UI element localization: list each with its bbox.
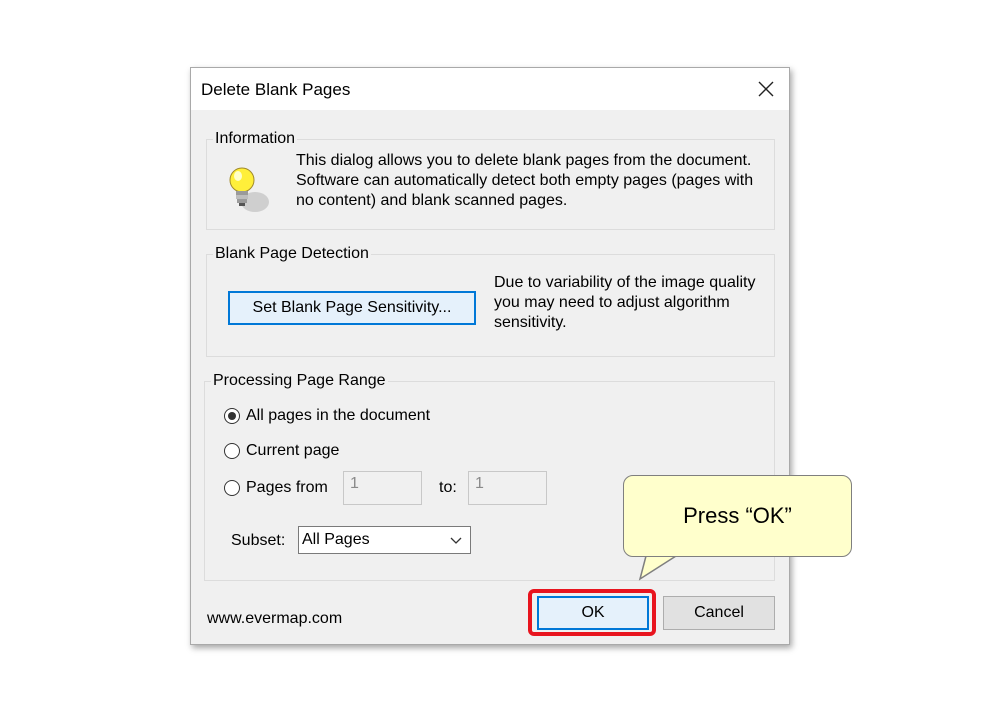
radio-all-pages-label: All pages in the document xyxy=(246,407,431,424)
delete-blank-pages-dialog: Delete Blank Pages Information This dial… xyxy=(190,67,790,645)
detection-line-1: Due to variability of the image quality xyxy=(494,274,756,291)
information-group-label: Information xyxy=(213,129,298,149)
detection-group-label: Blank Page Detection xyxy=(213,244,371,264)
radio-button-all-pages[interactable] xyxy=(224,408,240,424)
dialog-title: Delete Blank Pages xyxy=(201,80,351,99)
ok-highlight-frame xyxy=(528,589,656,636)
press-ok-callout: Press “OK” xyxy=(623,475,852,557)
radio-button-pages-from[interactable] xyxy=(224,480,240,496)
close-icon xyxy=(758,81,774,97)
information-group: Information This dialog allows you to de… xyxy=(206,129,775,230)
lightbulb-icon xyxy=(229,167,269,212)
information-line-2: Software can automatically detect both e… xyxy=(296,172,754,189)
radio-all-pages[interactable]: All pages in the document xyxy=(224,407,430,425)
detection-line-2: you may need to adjust algorithm xyxy=(494,294,730,311)
subset-label: Subset: xyxy=(231,532,286,549)
information-line-1: This dialog allows you to delete blank p… xyxy=(296,152,752,169)
to-label: to: xyxy=(439,479,457,496)
radio-current-page[interactable]: Current page xyxy=(224,442,339,460)
subset-dropdown[interactable]: All Pages xyxy=(298,526,471,554)
callout-text: Press “OK” xyxy=(683,503,792,528)
information-line-3: no content) and blank scanned pages. xyxy=(296,192,568,209)
radio-button-current-page[interactable] xyxy=(224,443,240,459)
information-text: This dialog allows you to delete blank p… xyxy=(296,151,766,211)
detection-line-3: sensitivity. xyxy=(494,314,567,331)
pages-to-input[interactable]: 1 xyxy=(468,471,547,505)
radio-pages-from-label: Pages from xyxy=(246,479,328,496)
close-button[interactable] xyxy=(743,68,789,110)
chevron-down-icon xyxy=(450,537,462,544)
radio-current-page-label: Current page xyxy=(246,442,340,459)
cancel-button[interactable]: Cancel xyxy=(663,596,775,630)
evermap-link[interactable]: www.evermap.com xyxy=(207,609,342,629)
radio-pages-from[interactable]: Pages from xyxy=(224,479,328,497)
title-bar: Delete Blank Pages xyxy=(191,68,789,110)
detection-text: Due to variability of the image quality … xyxy=(494,273,769,333)
range-group-label: Processing Page Range xyxy=(211,371,388,391)
pages-from-input[interactable]: 1 xyxy=(343,471,422,505)
blank-page-detection-group: Blank Page Detection Set Blank Page Sens… xyxy=(206,244,775,357)
subset-selected-value: All Pages xyxy=(302,531,370,548)
set-sensitivity-button[interactable]: Set Blank Page Sensitivity... xyxy=(228,291,476,325)
